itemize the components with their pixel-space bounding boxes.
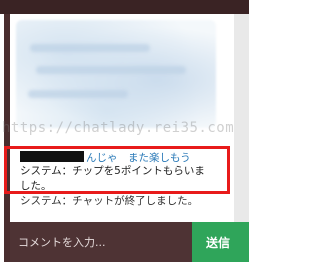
chat-window: https://chatlady.rei35.com んじゃ また楽しもう シス… [0,0,249,262]
comment-input[interactable] [12,224,192,260]
message-text: システム：チャットが終了しました。 [20,195,199,207]
system-message: システム：チャットが終了しました。 [20,193,198,208]
top-bar [0,0,249,14]
send-button[interactable]: 送信 [192,222,249,262]
highlight-box [4,146,230,194]
blurred-content [16,20,216,128]
watermark-text: https://chatlady.rei35.com [2,120,235,136]
